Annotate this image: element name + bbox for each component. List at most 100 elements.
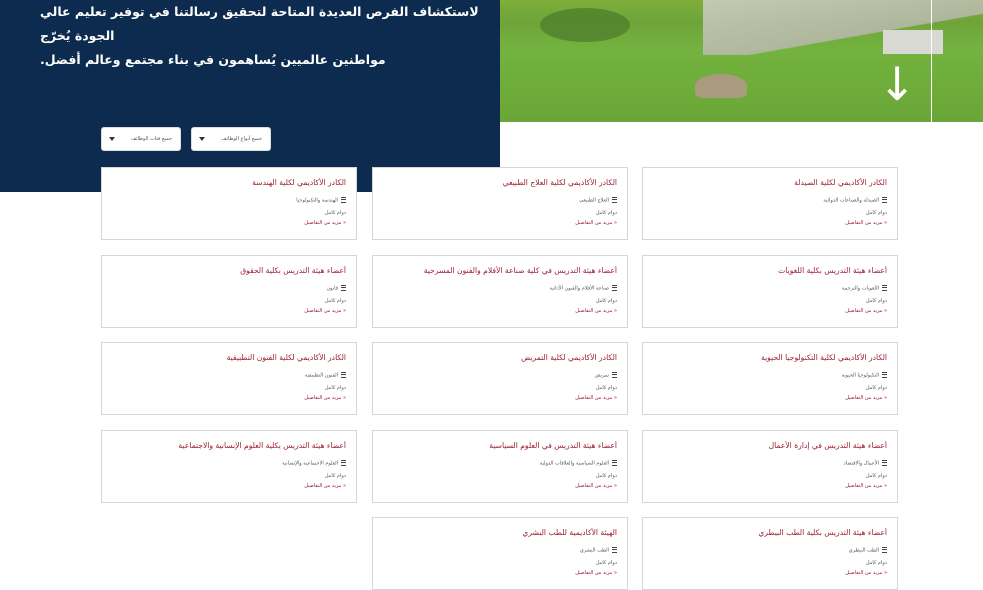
job-card-title[interactable]: الهيئة الأكاديمية للطب البشري <box>381 528 617 537</box>
job-card[interactable]: أعضاء هيئة التدريس بكلية الحقوق قانون دوام… <box>101 255 357 328</box>
more-details-link[interactable]: « مزيد من التفاصيل <box>845 395 887 401</box>
job-card-type: دوام كامل <box>865 298 887 304</box>
more-details-link[interactable]: « مزيد من التفاصيل <box>575 220 617 226</box>
job-card-title[interactable]: الكادر الأكاديمي لكلية الصيدلة <box>651 178 887 187</box>
job-card-category-label: الأعمال والاقتصاد <box>843 460 879 467</box>
job-card-type: دوام كامل <box>595 473 617 479</box>
list-icon <box>341 460 346 466</box>
job-card-category-label: قانون <box>326 285 338 292</box>
job-card-category: العلوم السياسية والعلاقات الدولية <box>540 460 617 467</box>
job-card-category: قانون <box>326 285 346 292</box>
job-card-type: دوام كامل <box>595 385 617 391</box>
job-card-type: دوام كامل <box>324 473 346 479</box>
job-card-type: دوام كامل <box>865 210 887 216</box>
more-details-link[interactable]: « مزيد من التفاصيل <box>845 570 887 576</box>
list-icon <box>882 547 887 553</box>
campus-hedge <box>540 8 630 42</box>
job-card-title[interactable]: أعضاء هيئة التدريس بكلية العلوم الإنساني… <box>110 441 346 450</box>
job-card-type: دوام كامل <box>595 560 617 566</box>
job-card[interactable]: الكادر الأكاديمي لكلية التكنولوجيا الحيو… <box>642 342 898 415</box>
job-card-category: العلوم الاجتماعية والإنسانية <box>282 460 346 467</box>
job-type-filter[interactable]: جميع أنواع الوظائف <box>191 127 271 151</box>
job-card-category: اللغويات والترجمة <box>842 285 887 292</box>
job-card-category: العلاج الطبيعي <box>579 197 617 204</box>
more-details-link[interactable]: « مزيد من التفاصيل <box>845 308 887 314</box>
job-card-type: دوام كامل <box>324 298 346 304</box>
job-card-category: صناعة الأفلام والفنون الأدائية <box>550 285 617 292</box>
job-card-type: دوام كامل <box>595 210 617 216</box>
hero-line-1: لاستكشاف الفرص العديدة المتاحة لتحقيق رس… <box>40 4 479 43</box>
job-card[interactable]: أعضاء هيئة التدريس بكلية الطب البيطري الط… <box>642 517 898 590</box>
job-card-category-label: تمريض <box>594 372 609 379</box>
job-card-type: دوام كامل <box>324 210 346 216</box>
job-card-category-label: الفنون التطبيقية <box>304 372 338 379</box>
chevron-down-icon <box>109 137 115 141</box>
job-card-category: الأعمال والاقتصاد <box>843 460 887 467</box>
more-details-link[interactable]: « مزيد من التفاصيل <box>575 308 617 314</box>
more-details-link[interactable]: « مزيد من التفاصيل <box>304 483 346 489</box>
more-details-link[interactable]: « مزيد من التفاصيل <box>575 483 617 489</box>
job-card[interactable]: الهيئة الأكاديمية للطب البشري الطب البشري… <box>372 517 628 590</box>
job-card-title[interactable]: الكادر الأكاديمي لكلية التمريض <box>381 353 617 362</box>
job-card[interactable]: أعضاء هيئة التدريس في العلوم السياسية الع… <box>372 430 628 503</box>
more-details-link[interactable]: « مزيد من التفاصيل <box>845 483 887 489</box>
job-card-category-label: الصيدلة والصناعات الدوائية <box>823 197 879 204</box>
job-card[interactable]: أعضاء هيئة التدريس بكلية العلوم الإنساني… <box>101 430 357 503</box>
campus-bench <box>883 30 943 54</box>
job-card-type: دوام كامل <box>324 385 346 391</box>
list-icon <box>341 285 346 291</box>
job-card-category: الفنون التطبيقية <box>305 372 346 379</box>
job-card-title[interactable]: الكادر الأكاديمي لكلية التكنولوجيا الحيو… <box>651 353 887 362</box>
job-type-filter-label: جميع أنواع الوظائف <box>221 136 262 142</box>
hero-divider <box>931 0 932 122</box>
arrow-down-icon[interactable]: ↓ <box>877 58 917 110</box>
job-card-title[interactable]: الكادر الأكاديمي لكلية الفنون التطبيقية <box>110 353 346 362</box>
job-category-filter[interactable]: جميع فئات الوظائف <box>101 127 181 151</box>
job-category-filter-label: جميع فئات الوظائف <box>130 136 172 142</box>
more-details-link[interactable]: « مزيد من التفاصيل <box>304 220 346 226</box>
job-card-type: دوام كامل <box>865 385 887 391</box>
job-card[interactable]: أعضاء هيئة التدريس في كلية صناعة الأفلام… <box>372 255 628 328</box>
job-card-type: دوام كامل <box>595 298 617 304</box>
more-details-link[interactable]: « مزيد من التفاصيل <box>575 395 617 401</box>
job-card-title[interactable]: أعضاء هيئة التدريس في كلية صناعة الأفلام… <box>381 266 617 275</box>
job-card-title[interactable]: الكادر الأكاديمي لكلية الهندسة <box>110 178 346 187</box>
more-details-link[interactable]: « مزيد من التفاصيل <box>304 308 346 314</box>
list-icon <box>612 547 617 553</box>
list-icon <box>612 197 617 203</box>
list-icon <box>882 285 887 291</box>
list-icon <box>882 460 887 466</box>
chevron-down-icon <box>199 137 205 141</box>
more-details-link[interactable]: « مزيد من التفاصيل <box>575 570 617 576</box>
job-card-category: تمريض <box>594 372 617 379</box>
job-card-category: الصيدلة والصناعات الدوائية <box>823 197 887 204</box>
more-details-link[interactable]: « مزيد من التفاصيل <box>845 220 887 226</box>
list-icon <box>341 197 346 203</box>
job-card-title[interactable]: أعضاء هيئة التدريس بكلية الحقوق <box>110 266 346 275</box>
job-card-category: التكنولوجيا الحيوية <box>842 372 887 379</box>
job-card[interactable]: الكادر الأكاديمي لكلية العلاج الطبيعي الع… <box>372 167 628 240</box>
job-card[interactable]: الكادر الأكاديمي لكلية الفنون التطبيقية ا… <box>101 342 357 415</box>
job-card-title[interactable]: أعضاء هيئة التدريس في العلوم السياسية <box>381 441 617 450</box>
job-card[interactable]: الكادر الأكاديمي لكلية الصيدلة الصيدلة وا… <box>642 167 898 240</box>
turtle-statue <box>695 74 747 98</box>
list-icon <box>882 197 887 203</box>
job-card-title[interactable]: أعضاء هيئة التدريس في إدارة الأعمال <box>651 441 887 450</box>
job-card-title[interactable]: الكادر الأكاديمي لكلية العلاج الطبيعي <box>381 178 617 187</box>
job-card-category-label: العلوم الاجتماعية والإنسانية <box>282 460 338 467</box>
hero-panel: لاستكشاف الفرص العديدة المتاحة لتحقيق رس… <box>0 0 500 192</box>
job-card-category-label: الهندسة والتكنولوجيا <box>296 197 338 204</box>
job-card[interactable]: الكادر الأكاديمي لكلية الهندسة الهندسة وا… <box>101 167 357 240</box>
list-icon <box>341 372 346 378</box>
job-card-category-label: العلوم السياسية والعلاقات الدولية <box>539 460 609 467</box>
job-card[interactable]: أعضاء هيئة التدريس في إدارة الأعمال الأعم… <box>642 430 898 503</box>
job-card-type: دوام كامل <box>865 560 887 566</box>
job-card[interactable]: أعضاء هيئة التدريس بكلية اللغويات اللغويا… <box>642 255 898 328</box>
job-card-category-label: التكنولوجيا الحيوية <box>841 372 879 379</box>
hero-text: لاستكشاف الفرص العديدة المتاحة لتحقيق رس… <box>40 0 480 72</box>
job-card-category: الهندسة والتكنولوجيا <box>296 197 346 204</box>
job-card-title[interactable]: أعضاء هيئة التدريس بكلية الطب البيطري <box>651 528 887 537</box>
job-card[interactable]: الكادر الأكاديمي لكلية التمريض تمريض دوام … <box>372 342 628 415</box>
more-details-link[interactable]: « مزيد من التفاصيل <box>304 395 346 401</box>
job-card-title[interactable]: أعضاء هيئة التدريس بكلية اللغويات <box>651 266 887 275</box>
